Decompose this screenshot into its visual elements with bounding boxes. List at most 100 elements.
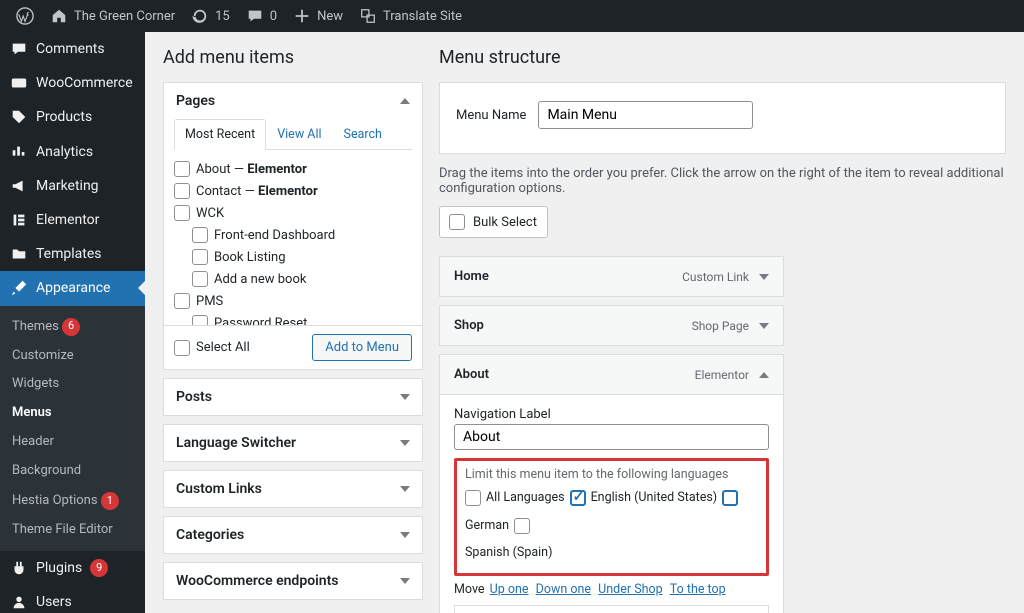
- brush-icon: [10, 279, 28, 297]
- lang-all-checkbox[interactable]: [465, 490, 481, 506]
- plus-icon: [293, 7, 311, 25]
- page-item-about[interactable]: About — Elementor: [174, 158, 412, 180]
- expand-icon: [400, 578, 410, 584]
- move-up-link[interactable]: Up one: [490, 582, 529, 597]
- tab-view-all[interactable]: View All: [266, 119, 332, 149]
- sidebar-item-appearance[interactable]: Appearance: [0, 271, 145, 305]
- menu-item-shop[interactable]: ShopShop Page: [439, 305, 784, 346]
- page-item-addbook[interactable]: Add a new book: [174, 268, 412, 290]
- sidebar-item-label: Templates: [36, 245, 102, 263]
- comments-count: 0: [270, 9, 277, 24]
- page-checkbox[interactable]: [174, 161, 190, 177]
- sub-item-customize[interactable]: Customize: [0, 342, 145, 371]
- page-checkbox[interactable]: [192, 249, 208, 265]
- collapse-icon: [400, 98, 410, 104]
- tab-most-recent[interactable]: Most Recent: [174, 119, 266, 150]
- lang-en-checkbox[interactable]: [570, 490, 586, 506]
- language-switcher-panel[interactable]: Language Switcher: [163, 424, 423, 462]
- collapse-icon[interactable]: [759, 372, 769, 378]
- page-item-booklisting[interactable]: Book Listing: [174, 246, 412, 268]
- expand-icon[interactable]: [759, 323, 769, 329]
- pages-header[interactable]: Pages: [164, 83, 422, 119]
- sidebar-item-label: Comments: [36, 40, 105, 58]
- lang-en-label: English (United States): [591, 487, 718, 510]
- page-checkbox[interactable]: [192, 271, 208, 287]
- wp-logo[interactable]: [8, 0, 42, 32]
- move-top-link[interactable]: To the top: [670, 582, 726, 597]
- update-icon: [191, 7, 209, 25]
- sub-item-themes[interactable]: Themes 6: [0, 312, 145, 342]
- updates[interactable]: 15: [183, 0, 238, 32]
- hestia-badge: 1: [101, 492, 119, 510]
- menu-structure-title: Menu structure: [439, 32, 1006, 82]
- sub-item-widgets[interactable]: Widgets: [0, 370, 145, 399]
- page-item-pwd[interactable]: Password Reset: [174, 312, 412, 325]
- add-to-menu-button[interactable]: Add to Menu: [312, 334, 412, 361]
- bulk-select-checkbox[interactable]: [449, 214, 465, 230]
- wc-endpoints-heading: WooCommerce endpoints: [176, 573, 338, 589]
- sidebar-item-label: Plugins: [36, 559, 82, 577]
- page-checkbox[interactable]: [192, 227, 208, 243]
- categories-heading: Categories: [176, 527, 244, 543]
- sub-item-background[interactable]: Background: [0, 457, 145, 486]
- new-content[interactable]: New: [285, 0, 351, 32]
- lang-es-checkbox[interactable]: [514, 518, 530, 534]
- sub-item-editor[interactable]: Theme File Editor: [0, 516, 145, 545]
- site-name-text: The Green Corner: [74, 9, 175, 24]
- expand-icon: [400, 440, 410, 446]
- sidebar-item-plugins[interactable]: Plugins 9: [0, 551, 145, 585]
- translate-icon: [359, 7, 377, 25]
- menu-item-about[interactable]: AboutElementor: [439, 354, 784, 395]
- lang-de-checkbox[interactable]: [722, 490, 738, 506]
- sidebar-item-users[interactable]: Users: [0, 585, 145, 613]
- lang-es-label: Spanish (Spain): [465, 542, 758, 565]
- sidebar-item-label: Marketing: [36, 177, 99, 195]
- language-limit-box: Limit this menu item to the following la…: [454, 458, 769, 576]
- menu-item-home[interactable]: HomeCustom Link: [439, 256, 784, 297]
- nav-label-input[interactable]: [454, 424, 769, 450]
- woocommerce-icon: [10, 74, 28, 92]
- wordpress-icon: [16, 7, 34, 25]
- sidebar-item-elementor[interactable]: Elementor: [0, 203, 145, 237]
- page-checkbox[interactable]: [174, 205, 190, 221]
- custom-links-heading: Custom Links: [176, 481, 262, 497]
- plug-icon: [10, 559, 28, 577]
- pages-list: About — Elementor Contact — Elementor WC…: [164, 150, 422, 325]
- sidebar-item-products[interactable]: Products: [0, 100, 145, 134]
- page-item-pms[interactable]: PMS: [174, 290, 412, 312]
- site-name[interactable]: The Green Corner: [42, 0, 183, 32]
- sub-item-menus[interactable]: Menus: [0, 399, 145, 428]
- sub-item-header[interactable]: Header: [0, 428, 145, 457]
- page-checkbox[interactable]: [192, 315, 208, 325]
- comments[interactable]: 0: [238, 0, 285, 32]
- folder-icon: [10, 245, 28, 263]
- sidebar-item-templates[interactable]: Templates: [0, 237, 145, 271]
- select-all-checkbox[interactable]: [174, 340, 190, 356]
- tab-search[interactable]: Search: [333, 119, 393, 149]
- new-label: New: [317, 9, 343, 24]
- page-checkbox[interactable]: [174, 293, 190, 309]
- categories-panel[interactable]: Categories: [163, 516, 423, 554]
- move-under-link[interactable]: Under Shop: [598, 582, 662, 597]
- select-all[interactable]: Select All: [174, 337, 250, 359]
- sidebar-item-analytics[interactable]: Analytics: [0, 135, 145, 169]
- posts-panel[interactable]: Posts: [163, 378, 423, 416]
- move-down-link[interactable]: Down one: [536, 582, 591, 597]
- menu-name-input[interactable]: [538, 101, 753, 129]
- lang-de-label: German: [465, 515, 509, 538]
- expand-icon[interactable]: [759, 274, 769, 280]
- page-item-frontend[interactable]: Front-end Dashboard: [174, 224, 412, 246]
- bulk-select-button[interactable]: Bulk Select: [439, 206, 548, 238]
- chart-icon: [10, 143, 28, 161]
- sidebar-item-marketing[interactable]: Marketing: [0, 169, 145, 203]
- translate-site[interactable]: Translate Site: [351, 0, 470, 32]
- home-icon: [50, 7, 68, 25]
- page-item-contact[interactable]: Contact — Elementor: [174, 180, 412, 202]
- page-checkbox[interactable]: [174, 183, 190, 199]
- sidebar-item-comments[interactable]: Comments: [0, 32, 145, 66]
- sub-item-hestia[interactable]: Hestia Options 1: [0, 486, 145, 516]
- page-item-wck[interactable]: WCK: [174, 202, 412, 224]
- custom-links-panel[interactable]: Custom Links: [163, 470, 423, 508]
- wc-endpoints-panel[interactable]: WooCommerce endpoints: [163, 562, 423, 600]
- sidebar-item-woocommerce[interactable]: WooCommerce: [0, 66, 145, 100]
